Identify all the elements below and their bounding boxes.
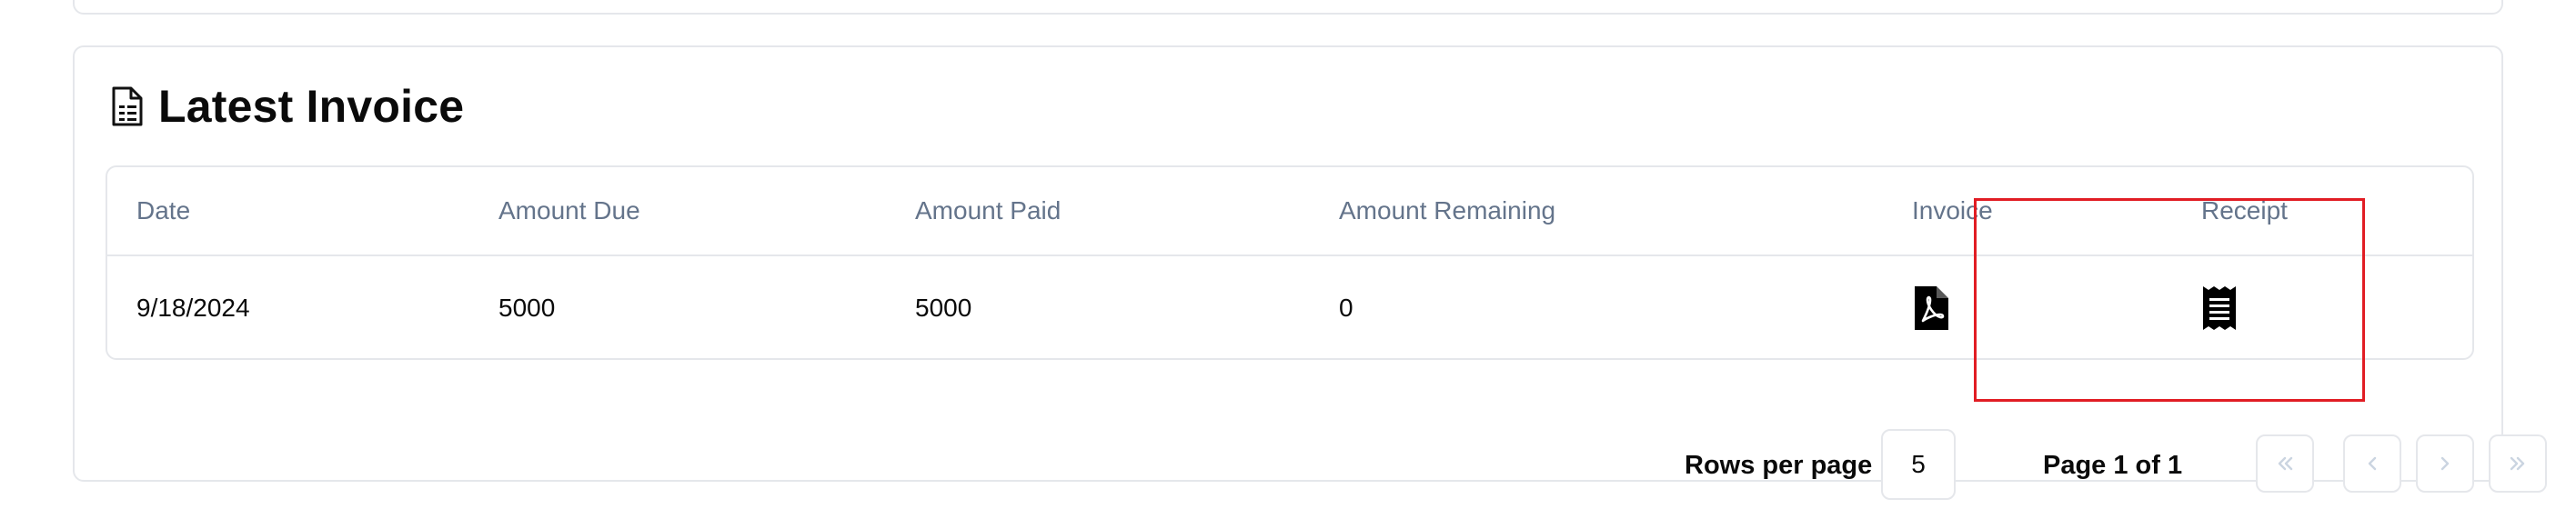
document-icon bbox=[112, 86, 143, 126]
rows-per-page-label: Rows per page bbox=[1685, 451, 1873, 480]
rows-per-page-select[interactable]: 5 bbox=[1881, 429, 1956, 500]
table-row: 9/18/2024 5000 5000 0 bbox=[107, 256, 2472, 358]
previous-card bbox=[73, 0, 2503, 15]
invoice-table: Date Amount Due Amount Paid Amount Remai… bbox=[106, 165, 2474, 360]
pdf-file-icon[interactable] bbox=[1912, 284, 1950, 332]
chevron-left-icon bbox=[2368, 456, 2377, 471]
cell-amount-due: 5000 bbox=[498, 294, 556, 322]
column-header-amount-remaining[interactable]: Amount Remaining bbox=[1339, 167, 1555, 254]
column-header-amount-paid[interactable]: Amount Paid bbox=[915, 167, 1061, 254]
cell-amount-paid: 5000 bbox=[915, 294, 972, 322]
column-header-amount-due[interactable]: Amount Due bbox=[498, 167, 640, 254]
page-indicator: Page 1 of 1 bbox=[2043, 451, 2183, 480]
cell-amount-remaining: 0 bbox=[1339, 294, 1353, 322]
next-page-button[interactable] bbox=[2416, 434, 2474, 493]
cell-receipt bbox=[2201, 256, 2238, 358]
latest-invoice-card: Latest Invoice Date Amount Due Amount Pa… bbox=[73, 45, 2547, 500]
chevrons-right-icon bbox=[2510, 456, 2525, 471]
cell-date: 9/18/2024 bbox=[136, 294, 250, 322]
last-page-button[interactable] bbox=[2489, 434, 2547, 493]
pagination-bar: Rows per page 5 Page 1 of 1 bbox=[75, 429, 2547, 502]
column-header-invoice[interactable]: Invoice bbox=[1912, 167, 1993, 254]
card-header: Latest Invoice bbox=[111, 80, 464, 133]
cell-invoice bbox=[1912, 256, 1950, 358]
column-header-date[interactable]: Date bbox=[136, 167, 190, 254]
column-header-receipt[interactable]: Receipt bbox=[2201, 167, 2288, 254]
chevron-right-icon bbox=[2440, 456, 2450, 471]
table-header: Date Amount Due Amount Paid Amount Remai… bbox=[107, 167, 2472, 256]
receipt-icon[interactable] bbox=[2201, 284, 2238, 332]
card-title: Latest Invoice bbox=[158, 81, 465, 132]
previous-page-button[interactable] bbox=[2343, 434, 2401, 493]
first-page-button[interactable] bbox=[2256, 434, 2314, 493]
chevrons-left-icon bbox=[2278, 456, 2293, 471]
